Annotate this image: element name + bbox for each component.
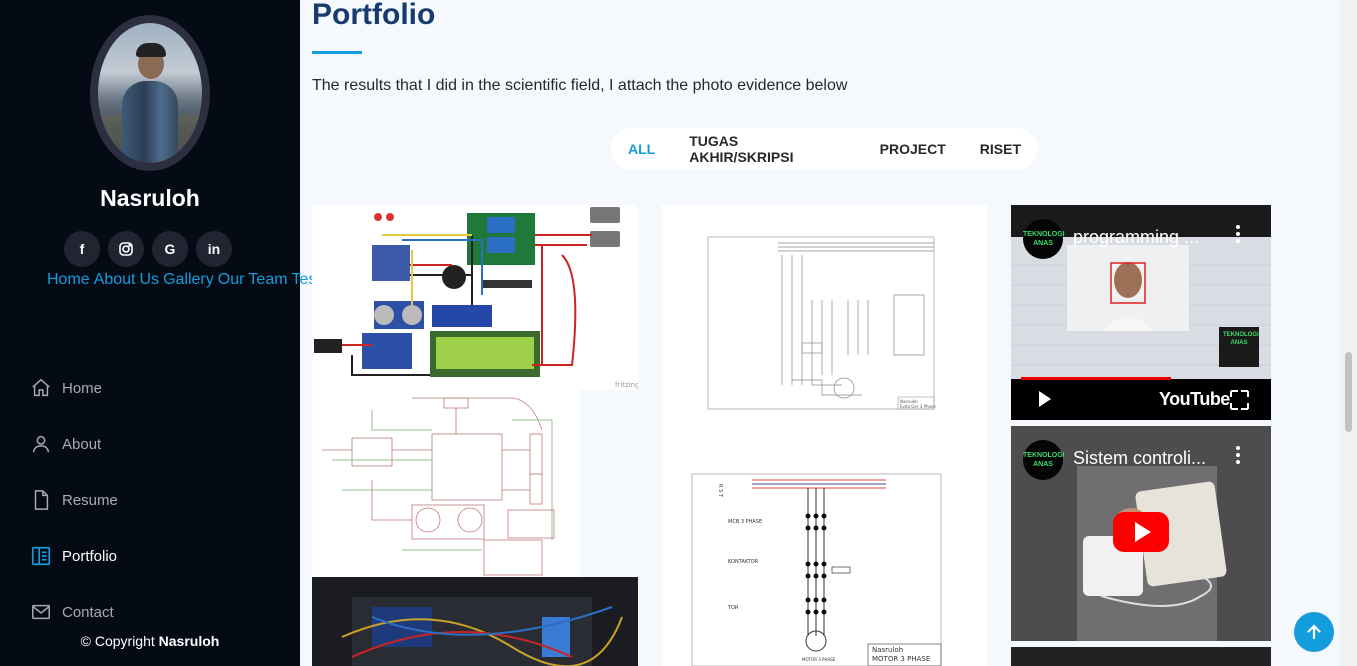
- channel-logo[interactable]: TEKNOLOGI ANAS: [1023, 440, 1065, 480]
- quicklink-home[interactable]: Home: [47, 271, 90, 288]
- portfolio-item-pcb[interactable]: [312, 390, 580, 577]
- envelope-icon: [32, 604, 50, 620]
- channel-logo[interactable]: TEKNOLOGI ANAS: [1023, 219, 1065, 259]
- sidebar: Nasruloh f G in Home About Us Gallery Our Tea…: [0, 0, 364, 666]
- portfolio-item-fritzing[interactable]: fritzing: [312, 205, 638, 390]
- video-watermark: TEKNOLOGI ANAS: [1223, 332, 1259, 346]
- portfolio-section: Portfolio The results that I did in the …: [300, 0, 1340, 666]
- nav-label-about: About: [62, 435, 102, 453]
- filter-riset[interactable]: RISET: [963, 141, 1038, 157]
- section-title: Portfolio: [312, 0, 436, 31]
- fritzing-label: fritzing: [615, 381, 638, 389]
- nav-label-resume: Resume: [62, 491, 118, 509]
- circuit2-tor-label: TOR: [727, 605, 739, 611]
- portfolio-item-circuit-diagram-1[interactable]: Nasruloh Evita Ger 3 Phase: [662, 205, 987, 436]
- circuit1-caption-2: Evita Ger 3 Phase: [900, 404, 936, 409]
- youtube-logo[interactable]: YouTube: [1159, 389, 1230, 410]
- social-links: f G in: [64, 231, 232, 267]
- quicklink-our[interactable]: Our: [218, 271, 245, 288]
- facebook-icon[interactable]: f: [64, 231, 100, 267]
- quicklink-gallery[interactable]: Gallery: [163, 271, 214, 288]
- circuit2-caption-1: Nasruloh: [872, 646, 903, 654]
- quick-links: HomeAboutUsGalleryOurTeamTestimony: [47, 268, 364, 292]
- page-scrollbar[interactable]: [1340, 0, 1357, 666]
- arrow-up-icon: [1307, 624, 1321, 640]
- copyright-owner: Nasruloh: [158, 633, 220, 649]
- portfolio-item-hardware-photo[interactable]: [312, 577, 638, 666]
- nav-item-home[interactable]: Home: [30, 360, 290, 416]
- circuit2-kontaktor-label: KONTAKTOR: [728, 559, 759, 565]
- scrollbar-thumb[interactable]: [1345, 352, 1352, 432]
- back-to-top-button[interactable]: [1294, 612, 1334, 652]
- title-underline: [312, 51, 362, 54]
- profile-name: Nasruloh: [100, 185, 200, 211]
- circuit2-motor-label: MOTOR 3 PHASE: [802, 657, 836, 662]
- video-title[interactable]: programming ...: [1073, 227, 1199, 248]
- home-icon: [32, 378, 50, 397]
- person-icon: [32, 435, 50, 453]
- more-options-icon[interactable]: [1235, 225, 1241, 246]
- linkedin-icon[interactable]: in: [196, 231, 232, 267]
- file-icon: [34, 490, 49, 510]
- avatar: [90, 15, 210, 171]
- video-embed-2[interactable]: TEKNOLOGI ANAS Sistem controli...: [1011, 426, 1271, 641]
- nav-label-contact: Contact: [62, 603, 114, 621]
- filter-tugas-akhir[interactable]: TUGAS AKHIR/SKRIPSI: [672, 133, 862, 165]
- circuit2-mcb-label: MCB 3 PHASE: [728, 519, 762, 525]
- circuit2-caption-2: MOTOR 3 PHASE: [872, 655, 930, 663]
- nav-menu: Home About Resume Portfolio Contact: [30, 360, 290, 640]
- filter-all[interactable]: ALL: [611, 141, 672, 157]
- instagram-icon[interactable]: [108, 231, 144, 267]
- more-options-icon[interactable]: [1235, 446, 1241, 467]
- portfolio-item-circuit-diagram-2[interactable]: R S T MCB 3 PHASE KONTAKTOR TOR MOTOR 3 …: [662, 436, 987, 666]
- filter-project[interactable]: PROJECT: [863, 141, 963, 157]
- nav-label-portfolio: Portfolio: [62, 547, 118, 565]
- video-title[interactable]: Sistem controli...: [1073, 448, 1206, 469]
- quicklink-team[interactable]: Team: [248, 271, 287, 288]
- copyright: © Copyright Nasruloh: [0, 633, 300, 649]
- quicklink-us[interactable]: Us: [140, 271, 160, 288]
- section-description: The results that I did in the scientific…: [312, 77, 848, 94]
- nav-item-resume[interactable]: Resume: [30, 472, 290, 528]
- circuit2-rst-label: R S T: [717, 484, 723, 498]
- video-embed-3[interactable]: [1011, 647, 1271, 666]
- quicklink-about[interactable]: About: [94, 271, 136, 288]
- portfolio-icon: [31, 546, 51, 566]
- nav-item-about[interactable]: About: [30, 416, 290, 472]
- google-icon[interactable]: G: [152, 231, 188, 267]
- copyright-prefix: © Copyright: [80, 633, 155, 649]
- nav-item-portfolio[interactable]: Portfolio: [30, 528, 290, 584]
- video-embed-1[interactable]: TEKNOLOGI ANAS programming ... YouTube T…: [1011, 205, 1271, 420]
- nav-label-home: Home: [62, 379, 103, 397]
- nav-item-contact[interactable]: Contact: [30, 584, 290, 640]
- portfolio-filters: ALL TUGAS AKHIR/SKRIPSI PROJECT RISET: [611, 128, 1038, 170]
